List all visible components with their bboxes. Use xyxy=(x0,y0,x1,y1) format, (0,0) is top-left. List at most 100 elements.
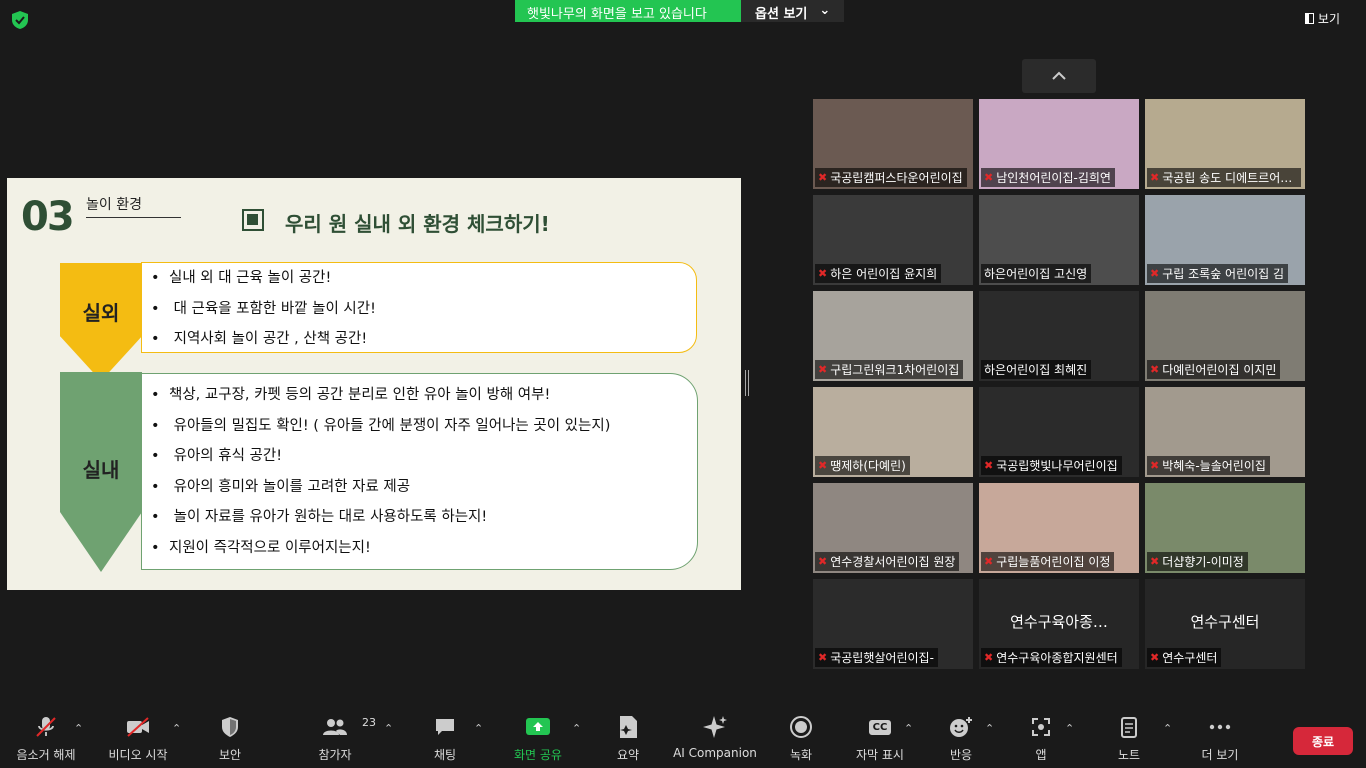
security-button[interactable]: 보안 xyxy=(210,712,250,768)
view-layout-button[interactable]: 보기 xyxy=(1304,10,1340,27)
gallery-scroll-up-button[interactable] xyxy=(1022,59,1096,93)
share-caret-icon[interactable]: ⌃ xyxy=(572,722,581,735)
encryption-shield-icon[interactable] xyxy=(9,9,31,31)
participant-tile[interactable]: 연수구센터 ✖ 연수구센터 xyxy=(1145,579,1305,669)
slide-number: 03 xyxy=(21,194,75,240)
more-dots-icon xyxy=(1208,712,1232,742)
participant-tile[interactable]: ✖ 남인천어린이집-김희연 xyxy=(979,99,1139,189)
video-options-caret-icon[interactable]: ⌃ xyxy=(172,722,181,735)
participant-name: 국공립햇빛나무어린이집 xyxy=(996,459,1118,473)
participant-tile[interactable]: ✖ 박혜숙-늘솔어린이집 xyxy=(1145,387,1305,477)
outdoor-list: • 실내 외 대 근육 놀이 공간! • 대 근육을 포함한 바깥 놀이 시간! … xyxy=(141,262,697,353)
participant-name-label: ✖ 더샵향기-이미정 xyxy=(1147,552,1248,571)
participant-tile[interactable]: ✖ 구립 조록숲 어린이집 김 xyxy=(1145,195,1305,285)
participant-name-label: ✖ 다예린어린이집 이지민 xyxy=(1147,360,1281,379)
participant-tile[interactable]: 하은어린이집 최혜진 xyxy=(979,291,1139,381)
start-video-label: 비디오 시작 xyxy=(108,748,168,762)
view-layout-label: 보기 xyxy=(1317,12,1340,26)
list-item: • 유아의 휴식 공간! xyxy=(151,448,283,464)
muted-mic-icon: ✖ xyxy=(818,363,828,376)
participant-name: 연수구센터 xyxy=(1162,651,1218,665)
screen-share-banner: 햇빛나무의 화면을 보고 있습니다 옵션 보기 ⌄ xyxy=(515,0,844,22)
apps-icon xyxy=(1030,712,1052,742)
record-button[interactable]: 녹화 xyxy=(784,712,818,768)
participant-name-label: ✖ 연수구육아종합지원센터 xyxy=(981,648,1122,667)
participant-tile[interactable]: 연수구육아종… ✖ 연수구육아종합지원센터 xyxy=(979,579,1139,669)
participant-name: 국공립캠퍼스타운어린이집 xyxy=(830,171,963,185)
record-icon xyxy=(789,712,813,742)
list-item: • 책상, 교구장, 카펫 등의 공간 분리로 인한 유아 놀이 방해 여부! xyxy=(151,387,551,403)
participant-name-label: ✖ 국공립캠퍼스타운어린이집 xyxy=(815,168,967,187)
participant-name-label: ✖ 구립그린워크1차어린이집 xyxy=(815,360,964,379)
participants-caret-icon[interactable]: ⌃ xyxy=(384,722,393,735)
participant-name: 국공립햇살어린이집- xyxy=(830,651,934,665)
notes-caret-icon[interactable]: ⌃ xyxy=(1163,722,1172,735)
participant-tile[interactable]: ✖ 구립늘품어린이집 이정 xyxy=(979,483,1139,573)
participants-button[interactable]: 23 참가자 xyxy=(310,712,376,768)
shared-slide: 03 놀이 환경 우리 원 실내 외 환경 체크하기! 실외 • 실내 외 대 근… xyxy=(7,178,741,590)
apps-button[interactable]: 앱 xyxy=(1028,712,1054,768)
record-label: 녹화 xyxy=(789,748,813,762)
participant-tile[interactable]: ✖ 땡제하(다예린) xyxy=(813,387,973,477)
apps-caret-icon[interactable]: ⌃ xyxy=(1065,722,1074,735)
chevron-up-icon xyxy=(1052,71,1066,80)
participant-tile[interactable]: ✖국공립 송도 디에트르어린이집 xyxy=(1145,99,1305,189)
muted-mic-icon: ✖ xyxy=(818,555,828,568)
layout-icon xyxy=(1304,13,1314,24)
participant-tile[interactable]: ✖ 다예린어린이집 이지민 xyxy=(1145,291,1305,381)
participant-name-label: ✖ 연수경찰서어린이집 원장 xyxy=(815,552,960,571)
participant-display-name: 연수구육아종… xyxy=(1010,613,1108,631)
participant-name: 땡제하(다예린) xyxy=(830,459,906,473)
participant-name: 국공립 송도 디에트르어린이집 xyxy=(1162,171,1297,185)
start-video-button[interactable]: 비디오 시작 xyxy=(106,712,170,768)
end-meeting-button[interactable]: 종료 xyxy=(1293,727,1353,755)
participant-tile[interactable]: ✖ 국공립햇살어린이집- xyxy=(813,579,973,669)
reactions-button[interactable]: 반응 xyxy=(944,712,978,768)
reactions-caret-icon[interactable]: ⌃ xyxy=(985,722,994,735)
participant-tile[interactable]: ✖ 국공립캠퍼스타운어린이집 xyxy=(813,99,973,189)
muted-mic-icon: ✖ xyxy=(818,267,828,280)
chat-caret-icon[interactable]: ⌃ xyxy=(474,722,483,735)
unmute-button[interactable]: 음소거 해제 xyxy=(14,712,78,768)
shield-icon xyxy=(219,712,241,742)
chat-icon xyxy=(433,712,457,742)
participant-tile[interactable]: ✖ 하은 어린이집 윤지희 xyxy=(813,195,973,285)
participant-name-label: ✖ 하은 어린이집 윤지희 xyxy=(815,264,942,283)
captions-caret-icon[interactable]: ⌃ xyxy=(904,722,913,735)
muted-mic-icon: ✖ xyxy=(1150,363,1160,376)
list-item: • 놀이 자료를 유아가 원하는 대로 사용하도록 하는지! xyxy=(151,509,488,525)
share-screen-label: 화면 공유 xyxy=(514,748,562,762)
participant-tile[interactable]: 하은어린이집 고신영 xyxy=(979,195,1139,285)
participant-tile[interactable]: ✖ 연수경찰서어린이집 원장 xyxy=(813,483,973,573)
muted-mic-icon: ✖ xyxy=(1150,267,1160,280)
muted-mic-icon: ✖ xyxy=(984,459,994,472)
captions-button[interactable]: CC 자막 표시 xyxy=(852,712,908,768)
participant-name-label: ✖ 남인천어린이집-김희연 xyxy=(981,168,1115,187)
participant-tile[interactable]: ✖ 국공립햇빛나무어린이집 xyxy=(979,387,1139,477)
ai-companion-button[interactable]: AI Companion xyxy=(673,712,757,768)
participant-name: 구립 조록숲 어린이집 김 xyxy=(1162,267,1285,281)
summary-button[interactable]: 요약 xyxy=(608,712,648,768)
participant-tile[interactable]: ✖ 구립그린워크1차어린이집 xyxy=(813,291,973,381)
more-label: 더 보기 xyxy=(1201,748,1239,762)
resize-handle[interactable] xyxy=(745,370,749,396)
participants-count: 23 xyxy=(362,716,376,729)
checkbox-icon xyxy=(242,209,264,231)
chat-button[interactable]: 채팅 xyxy=(425,712,465,768)
notes-label: 노트 xyxy=(1117,748,1141,762)
share-screen-button[interactable]: 화면 공유 xyxy=(510,712,566,768)
more-button[interactable]: 더 보기 xyxy=(1198,712,1242,768)
participant-name-label: ✖국공립 송도 디에트르어린이집 xyxy=(1147,168,1301,187)
notes-button[interactable]: 노트 xyxy=(1114,712,1144,768)
captions-icon: CC xyxy=(868,712,892,742)
outdoor-tag: 실외 xyxy=(60,263,142,381)
participant-name-label: ✖ 국공립햇빛나무어린이집 xyxy=(981,456,1122,475)
audio-options-caret-icon[interactable]: ⌃ xyxy=(74,722,83,735)
security-label: 보안 xyxy=(218,748,242,762)
muted-mic-icon: ✖ xyxy=(984,555,994,568)
participant-name: 더샵향기-이미정 xyxy=(1162,555,1244,569)
muted-mic-icon: ✖ xyxy=(984,651,994,664)
view-options-button[interactable]: 옵션 보기 ⌄ xyxy=(741,0,844,22)
participant-tile[interactable]: ✖ 더샵향기-이미정 xyxy=(1145,483,1305,573)
indoor-list: • 책상, 교구장, 카펫 등의 공간 분리로 인한 유아 놀이 방해 여부! •… xyxy=(141,373,698,570)
